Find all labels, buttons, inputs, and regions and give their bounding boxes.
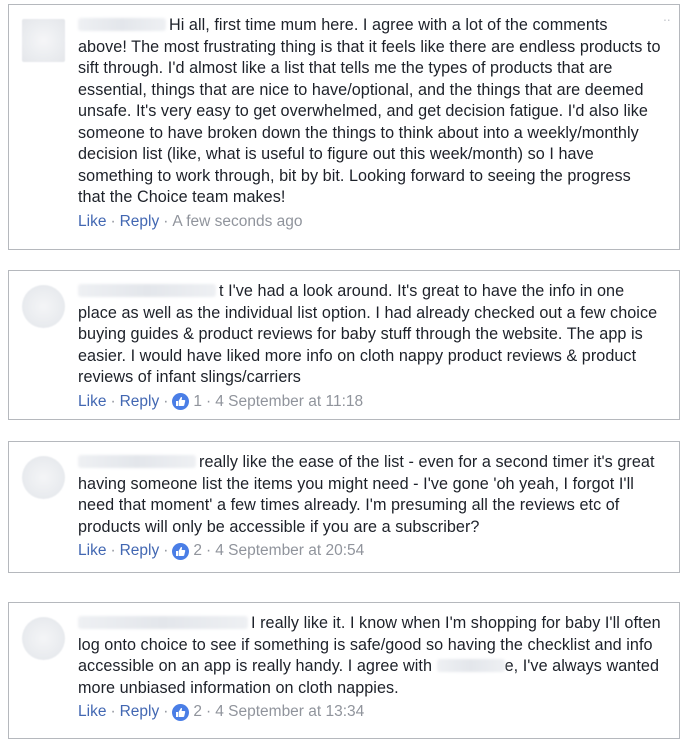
separator: · xyxy=(110,392,116,410)
avatar[interactable] xyxy=(22,285,65,328)
separator: · xyxy=(206,392,212,410)
timestamp[interactable]: A few seconds ago xyxy=(172,212,302,232)
comment-text: t I've had a look around. It's great to … xyxy=(78,281,661,389)
comment-card: I really like it. I know when I'm shoppi… xyxy=(8,602,680,739)
avatar[interactable] xyxy=(22,617,65,660)
separator: · xyxy=(110,212,116,230)
timestamp[interactable]: 4 September at 11:18 xyxy=(215,392,363,412)
comment-actions: Like · Reply · 2 · 4 September at 20:54 xyxy=(78,541,661,561)
comment-card: t I've had a look around. It's great to … xyxy=(8,270,680,420)
comment-text: really like the ease of the list - even … xyxy=(78,452,661,538)
separator: · xyxy=(110,703,116,720)
more-options-icon[interactable]: ·· xyxy=(663,11,671,27)
comment-card: ·· Hi all, first time mum here. I agree … xyxy=(8,4,680,250)
author-name[interactable] xyxy=(78,284,216,297)
comment-actions: Like · Reply · 2 · 4 September at 13:34 xyxy=(78,702,661,722)
comment-text-content: t I've had a look around. It's great to … xyxy=(78,282,658,386)
reply-link[interactable]: Reply xyxy=(120,702,160,722)
tagged-name[interactable] xyxy=(436,659,505,672)
comment-text-content: Hi all, first time mum here. I agree wit… xyxy=(78,16,661,206)
reply-link[interactable]: Reply xyxy=(120,212,160,232)
separator: · xyxy=(206,542,212,559)
author-name[interactable] xyxy=(78,616,248,629)
author-name[interactable] xyxy=(78,18,166,31)
comment-body: I really like it. I know when I'm shoppi… xyxy=(78,613,661,722)
separator: · xyxy=(163,392,169,410)
like-reaction-icon[interactable] xyxy=(172,393,190,410)
like-reaction-icon[interactable] xyxy=(172,542,190,560)
comment-text: Hi all, first time mum here. I agree wit… xyxy=(78,15,661,209)
like-link[interactable]: Like xyxy=(78,392,106,412)
separator: · xyxy=(110,542,116,559)
comment-actions: Like · Reply · A few seconds ago xyxy=(78,212,661,232)
like-link[interactable]: Like xyxy=(78,541,106,561)
like-link[interactable]: Like xyxy=(78,212,106,232)
reaction-count[interactable]: 2 xyxy=(193,541,202,561)
avatar[interactable] xyxy=(22,19,65,62)
reaction-count[interactable]: 1 xyxy=(193,392,202,412)
timestamp[interactable]: 4 September at 20:54 xyxy=(215,541,364,561)
like-link[interactable]: Like xyxy=(78,702,106,722)
reply-link[interactable]: Reply xyxy=(120,541,160,561)
reaction-count[interactable]: 2 xyxy=(193,702,202,722)
separator: · xyxy=(163,212,169,230)
separator: · xyxy=(163,703,169,720)
comment-body: t I've had a look around. It's great to … xyxy=(78,281,661,412)
separator: · xyxy=(163,542,169,559)
comment-text: I really like it. I know when I'm shoppi… xyxy=(78,613,661,699)
comment-card: really like the ease of the list - even … xyxy=(8,441,680,573)
comment-body: Hi all, first time mum here. I agree wit… xyxy=(78,15,661,232)
timestamp[interactable]: 4 September at 13:34 xyxy=(215,702,364,722)
avatar[interactable] xyxy=(22,456,65,499)
separator: · xyxy=(206,703,212,720)
comment-actions: Like · Reply · 1 · 4 September at 11:18 xyxy=(78,392,661,412)
author-name[interactable] xyxy=(78,455,196,468)
reply-link[interactable]: Reply xyxy=(120,392,160,412)
comment-body: really like the ease of the list - even … xyxy=(78,452,661,561)
like-reaction-icon[interactable] xyxy=(172,703,190,721)
